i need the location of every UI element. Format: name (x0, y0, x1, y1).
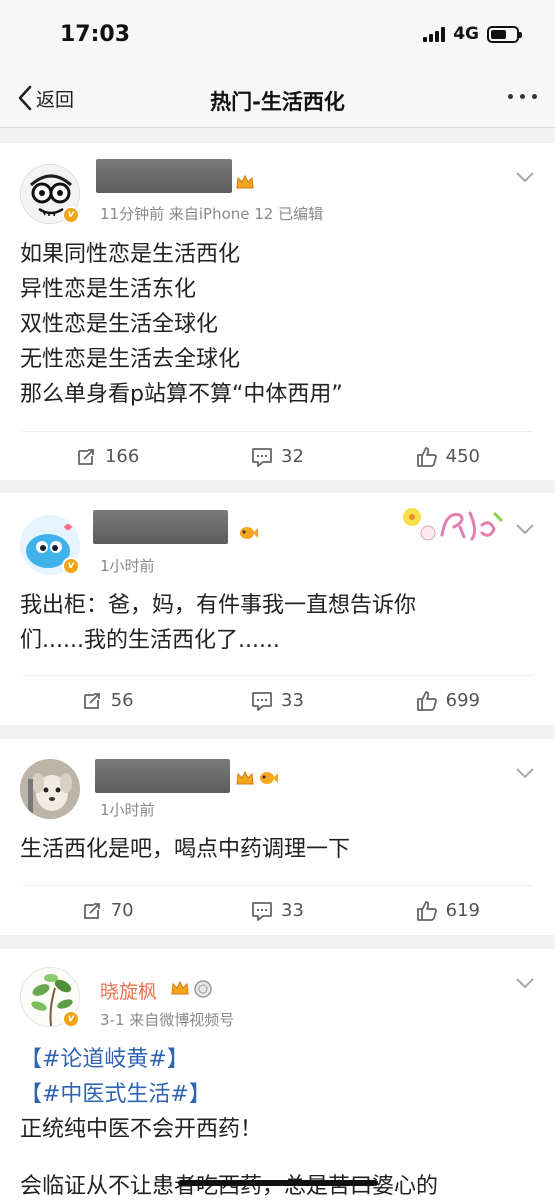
like-count: 619 (445, 900, 480, 921)
chevron-down-icon[interactable] (515, 523, 535, 535)
comment-icon (252, 447, 272, 467)
network-type: 4G (453, 24, 479, 44)
thumbs-up-icon (416, 900, 437, 921)
topic-tag-link[interactable]: 【#中医式生活#】 (20, 1077, 535, 1112)
username[interactable]: 晓旋枫 (100, 977, 157, 1004)
post-line: 那么单身看p站算不算“中体西用” (20, 382, 343, 407)
post-card: v 1小时前 我出柜：爸，妈，有件事我一直想告诉你 们......我的生活西化了… (0, 493, 555, 725)
medal-badge-icon (194, 980, 212, 998)
fish-badge-icon (240, 527, 258, 539)
fish-badge-icon (260, 772, 278, 784)
like-button[interactable]: 619 (363, 886, 533, 935)
repost-count: 56 (110, 690, 134, 711)
post-line: 正统纯中医不会开西药！ (20, 1117, 263, 1142)
home-indicator[interactable] (178, 1180, 378, 1186)
repost-icon (78, 448, 94, 465)
post-actions: 70 33 619 (22, 885, 533, 935)
post-body: 【#论道岐黄#】 【#中医式生活#】 正统纯中医不会开西药！ 会临证从不让患者吃… (20, 1042, 535, 1200)
post-meta: 11分钟前 来自iPhone 12 已编辑 (100, 205, 324, 223)
topic-tag-link[interactable]: 【#论道岐黄#】 (20, 1042, 535, 1077)
more-options-icon[interactable] (508, 94, 537, 99)
status-time: 17:03 (60, 22, 131, 47)
verified-badge: v (62, 206, 80, 224)
chevron-down-icon[interactable] (515, 767, 535, 779)
verified-badge: v (62, 1010, 80, 1028)
comment-count: 33 (281, 900, 304, 921)
post-meta: 1小时前 (100, 801, 155, 819)
post-card: v 11分钟前 来自iPhone 12 已编辑 如果同性恋是生活西化 异性恋是生… (0, 143, 555, 480)
plog-sticker-icon (403, 508, 504, 541)
status-indicators: 4G (423, 24, 522, 44)
like-button[interactable]: 450 (363, 432, 533, 481)
repost-icon (83, 692, 100, 709)
repost-count: 70 (110, 900, 134, 921)
crown-badge-icon (236, 770, 254, 785)
redacted-username[interactable] (93, 510, 228, 544)
puppy-avatar-image (20, 759, 80, 819)
thumbs-up-icon (416, 690, 437, 711)
post-line: 无性恋是生活去全球化 (20, 347, 241, 372)
repost-count: 166 (104, 446, 140, 467)
comment-button[interactable]: 32 (192, 432, 362, 481)
repost-button[interactable]: 166 (22, 432, 192, 481)
repost-button[interactable]: 56 (22, 676, 192, 725)
crown-badge-icon (236, 174, 254, 189)
status-bar: 17:03 4G (0, 0, 555, 72)
battery-icon (487, 25, 522, 43)
repost-icon (83, 902, 100, 919)
repost-button[interactable]: 70 (22, 886, 192, 935)
post-body: 如果同性恋是生活西化 异性恋是生活东化 双性恋是生活全球化 无性恋是生活去全球化… (20, 237, 535, 412)
post-meta: 3-1 来自微博视频号 (100, 1011, 235, 1029)
post-line: 如果同性恋是生活西化 (20, 242, 241, 267)
post-meta: 1小时前 (100, 557, 155, 575)
chevron-down-icon[interactable] (515, 977, 535, 989)
post-line: 异性恋是生活东化 (20, 277, 197, 302)
avatar[interactable] (20, 759, 80, 819)
crown-badge-icon (171, 980, 189, 995)
comment-count: 32 (281, 446, 304, 467)
post-actions: 56 33 699 (22, 675, 533, 725)
like-count: 450 (445, 446, 480, 467)
post-body: 生活西化是吧，喝点中药调理一下 (20, 832, 535, 867)
redacted-username[interactable] (96, 159, 232, 193)
post-line: 们......我的生活西化了...... (20, 628, 280, 653)
post-card: 1小时前 生活西化是吧，喝点中药调理一下 70 33 619 (0, 739, 555, 935)
post-line: 我出柜：爸，妈，有件事我一直想告诉你 (20, 593, 417, 618)
thumbs-up-icon (416, 446, 437, 467)
comment-button[interactable]: 33 (192, 676, 362, 725)
post-card: v 晓旋枫 3-1 来自微博视频号 【#论道岐黄#】 【#中医式生活#】 正统纯… (0, 949, 555, 1200)
post-line: 生活西化是吧，喝点中药调理一下 (20, 837, 351, 862)
post-line: 双性恋是生活全球化 (20, 312, 219, 337)
like-count: 699 (445, 690, 480, 711)
post-actions: 166 32 450 (22, 431, 533, 481)
chevron-down-icon[interactable] (515, 171, 535, 183)
signal-icon (423, 26, 446, 42)
verified-badge: v (62, 557, 80, 575)
comment-icon (252, 901, 272, 921)
comment-button[interactable]: 33 (192, 886, 362, 935)
comment-icon (252, 691, 272, 711)
comment-count: 33 (281, 690, 304, 711)
page-title: 热门-生活西化 (210, 90, 345, 114)
post-body: 我出柜：爸，妈，有件事我一直想告诉你 们......我的生活西化了...... (20, 588, 535, 658)
redacted-username[interactable] (95, 759, 230, 793)
like-button[interactable]: 699 (363, 676, 533, 725)
nav-bar: 返回 热门-生活西化 (0, 72, 555, 128)
